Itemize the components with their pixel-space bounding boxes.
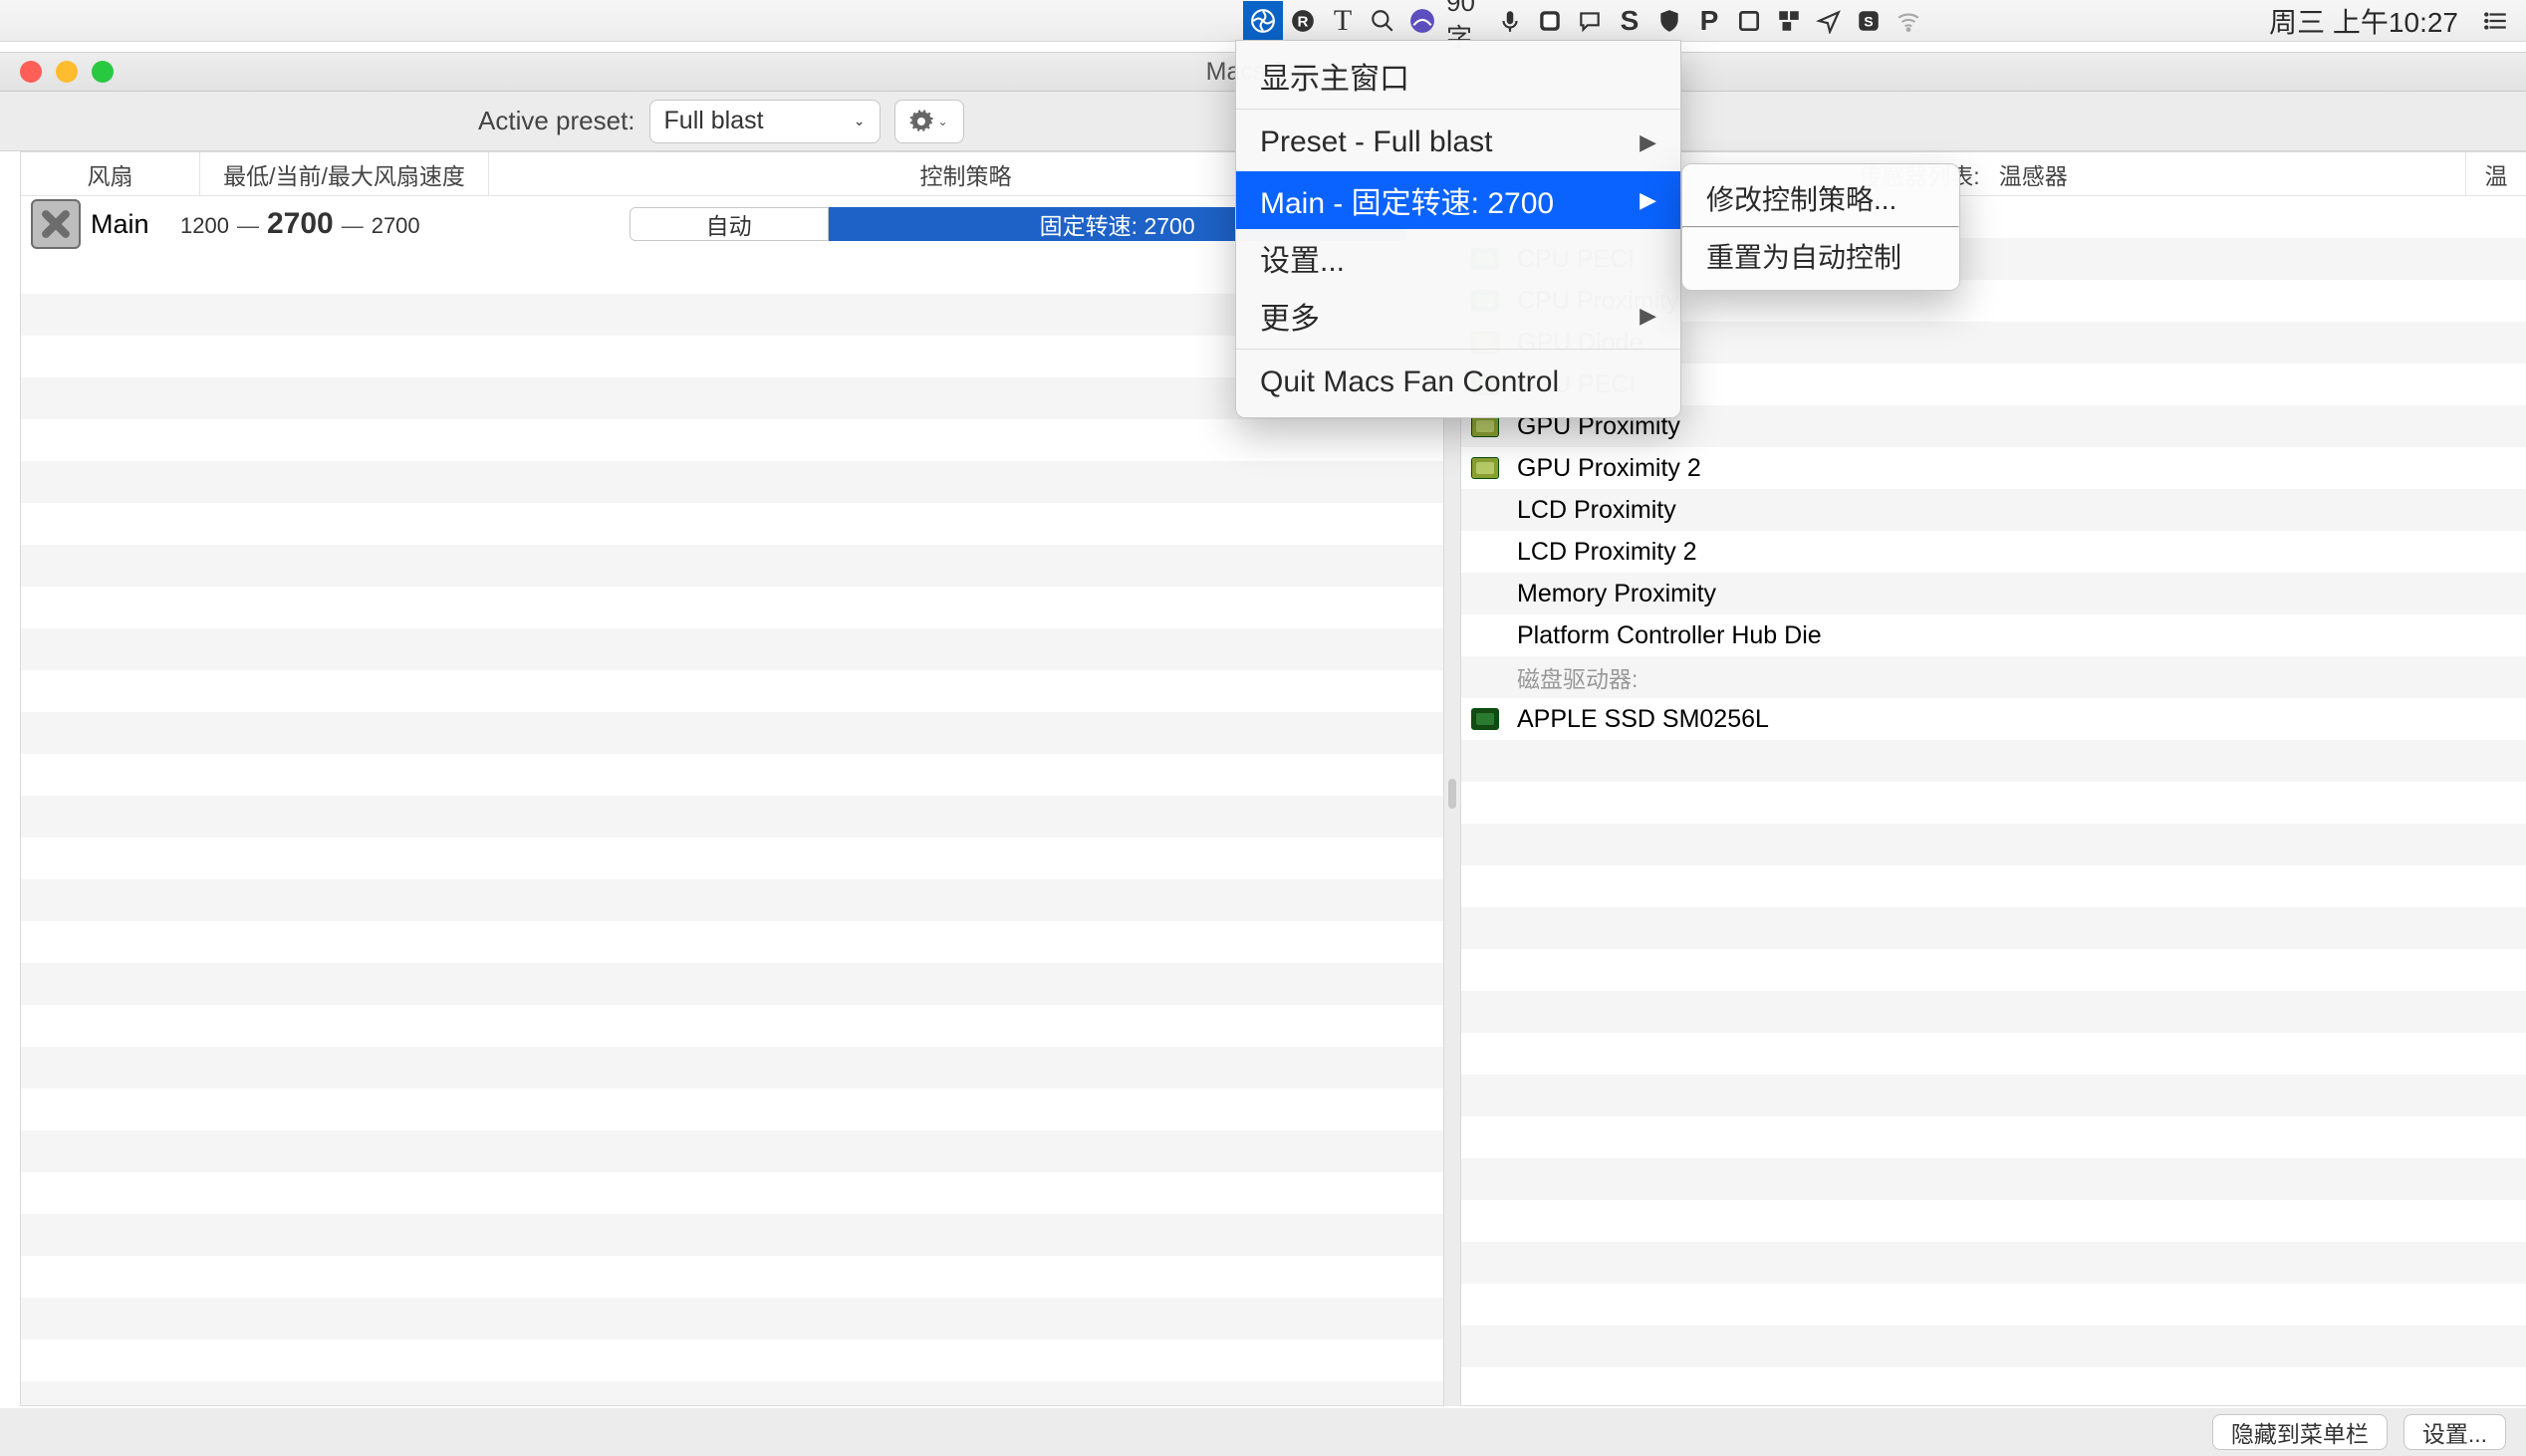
sensor-group: 磁盘驱动器: — [1461, 656, 2526, 698]
arrow-right-icon: ▶ — [1640, 303, 1656, 329]
menu-main-fixed[interactable]: Main - 固定转速: 2700▶ — [1236, 171, 1680, 229]
footer-settings-button[interactable]: 设置... — [2403, 1414, 2506, 1450]
empty-row — [1461, 1075, 2526, 1116]
zoom-button[interactable] — [92, 61, 114, 83]
menu-show-main[interactable]: 显示主窗口 — [1236, 47, 1680, 105]
fan-max: 2700 — [372, 213, 420, 239]
minimize-button[interactable] — [56, 61, 78, 83]
fans-panel: 风扇 最低/当前/最大风扇速度 控制策略 Main 1200 — 2700 — … — [20, 151, 1444, 1406]
empty-row — [1461, 1367, 2526, 1406]
sensors-header-value[interactable]: 温 — [2466, 157, 2526, 191]
app-menu: 显示主窗口 Preset - Full blast▶ Main - 固定转速: … — [1235, 40, 1681, 418]
clock[interactable]: 周三 上午10:27 — [2269, 1, 2458, 41]
empty-row — [1461, 740, 2526, 782]
menubar: R T 90字 S P S 周三 上午10:27 — [0, 0, 2526, 42]
empty-row — [1461, 907, 2526, 949]
fan-app-icon[interactable] — [1243, 1, 1283, 41]
preset-select[interactable]: Full blast ⌄ — [649, 100, 881, 143]
sensor-row[interactable]: APPLE SSD SM0256L — [1461, 698, 2526, 740]
fan-cur: 2700 — [267, 207, 334, 241]
wordcount-icon[interactable]: 90字 — [1446, 1, 1486, 41]
close-button[interactable] — [20, 61, 42, 83]
empty-row — [1461, 1242, 2526, 1284]
seg-auto[interactable]: 自动 — [630, 207, 829, 241]
text-icon[interactable]: T — [1323, 1, 1363, 41]
preset-value: Full blast — [664, 107, 764, 135]
screen-icon[interactable] — [1530, 1, 1570, 41]
empty-row — [1461, 1326, 2526, 1367]
search-icon[interactable] — [1363, 1, 1402, 41]
fan-name: Main — [91, 209, 170, 240]
chevron-down-icon: ⌄ — [854, 113, 866, 129]
active-preset-label: Active preset: — [478, 106, 635, 136]
sensor-name: Memory Proximity — [1517, 580, 1716, 608]
footer: 隐藏到菜单栏 设置... — [0, 1408, 2526, 1456]
dash: — — [237, 213, 259, 239]
fan-row[interactable]: Main 1200 — 2700 — 2700 自动 固定转速: 2700 — [21, 196, 1443, 252]
chevron-down-icon: ⌄ — [937, 115, 947, 128]
sensor-row[interactable]: Memory Proximity — [1461, 573, 2526, 614]
submenu-reset[interactable]: 重置为自动控制 — [1682, 228, 1959, 284]
svg-text:S: S — [1864, 13, 1873, 29]
arrow-right-icon: ▶ — [1640, 187, 1656, 213]
empty-row — [1461, 1284, 2526, 1326]
plane-icon[interactable] — [1809, 1, 1849, 41]
shield-icon[interactable] — [1649, 1, 1689, 41]
empty-rows — [21, 252, 1443, 1405]
fan-speeds: 1200 — 2700 — 2700 — [180, 207, 420, 241]
list-icon[interactable] — [2476, 1, 2516, 41]
sensors-label-text: 温感器 — [1999, 157, 2068, 191]
sensor-row[interactable]: LCD Proximity 2 — [1461, 531, 2526, 573]
chip-icon — [1471, 415, 1499, 437]
fans-header: 风扇 最低/当前/最大风扇速度 控制策略 — [21, 152, 1443, 196]
chip-icon — [1471, 708, 1499, 730]
menu-quit[interactable]: Quit Macs Fan Control — [1236, 354, 1680, 411]
app-submenu: 修改控制策略... 重置为自动控制 — [1681, 163, 1960, 291]
col-speed[interactable]: 最低/当前/最大风扇速度 — [200, 152, 489, 195]
mic-icon[interactable] — [1490, 1, 1530, 41]
purple-app-icon[interactable] — [1402, 1, 1442, 41]
svg-text:R: R — [1298, 13, 1309, 30]
menu-preset[interactable]: Preset - Full blast▶ — [1236, 114, 1680, 171]
fan-icon — [31, 199, 81, 249]
sensor-name: Platform Controller Hub Die — [1517, 621, 1822, 650]
empty-row — [1461, 1200, 2526, 1242]
gear-button[interactable]: ⌄ — [894, 100, 964, 143]
p-icon[interactable]: P — [1689, 1, 1729, 41]
menu-more[interactable]: 更多▶ — [1236, 287, 1680, 345]
centered-icon[interactable]: S — [1849, 1, 1889, 41]
empty-row — [1461, 865, 2526, 907]
arrow-right-icon: ▶ — [1640, 129, 1656, 155]
sensor-row[interactable]: LCD Proximity — [1461, 489, 2526, 531]
dash: — — [342, 213, 364, 239]
square-icon[interactable] — [1729, 1, 1769, 41]
empty-row — [1461, 949, 2526, 991]
sensor-name: LCD Proximity — [1517, 496, 1676, 525]
empty-row — [1461, 1033, 2526, 1075]
wifi-icon[interactable] — [1889, 1, 1928, 41]
menu-settings[interactable]: 设置... — [1236, 229, 1680, 287]
sensor-name: APPLE SSD SM0256L — [1517, 705, 1769, 734]
pieces-icon[interactable] — [1769, 1, 1809, 41]
r-circle-icon[interactable]: R — [1283, 1, 1323, 41]
empty-row — [1461, 1116, 2526, 1158]
empty-row — [1461, 991, 2526, 1033]
sensor-name: LCD Proximity 2 — [1517, 538, 1697, 567]
sensor-name: GPU Proximity 2 — [1517, 454, 1701, 483]
fan-min: 1200 — [180, 213, 229, 239]
chip-icon — [1471, 457, 1499, 479]
submenu-modify[interactable]: 修改控制策略... — [1682, 170, 1959, 226]
chat-icon[interactable] — [1570, 1, 1610, 41]
col-fan[interactable]: 风扇 — [21, 152, 200, 195]
sensor-row[interactable]: GPU Proximity 2 — [1461, 447, 2526, 489]
hide-to-menubar-button[interactable]: 隐藏到菜单栏 — [2212, 1414, 2388, 1450]
empty-row — [1461, 824, 2526, 865]
s-icon[interactable]: S — [1610, 1, 1649, 41]
empty-row — [1461, 782, 2526, 824]
empty-row — [1461, 1158, 2526, 1200]
sensor-row[interactable]: Platform Controller Hub Die — [1461, 614, 2526, 656]
